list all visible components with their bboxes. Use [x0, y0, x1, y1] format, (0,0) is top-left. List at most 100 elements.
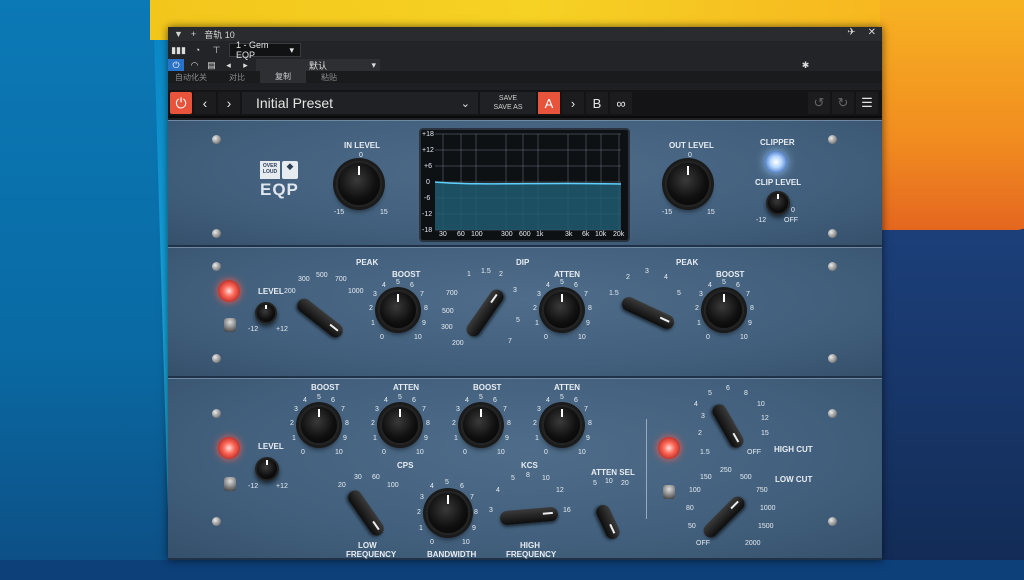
file-icon[interactable]: ▤ — [205, 59, 218, 72]
gear-icon[interactable]: ✱ — [799, 59, 812, 72]
plugin-power-button[interactable]: ⏻ — [170, 92, 192, 114]
peak-frequency-selector[interactable] — [294, 295, 346, 341]
disc-icon[interactable]: ◔ — [191, 44, 204, 57]
filter-toggle[interactable] — [663, 485, 675, 499]
high-atten-knob[interactable] — [542, 405, 582, 445]
ab-copy-arrow-button[interactable]: › — [562, 92, 584, 114]
dip-frequency-selector[interactable] — [463, 286, 507, 340]
tab-copy[interactable]: 复制 — [260, 71, 306, 83]
screw — [828, 135, 837, 144]
mid-panel: PEAK LEVEL -12 +12 200 300 500 700 1000 … — [168, 247, 882, 378]
high-atten-label: ATTEN — [554, 383, 581, 392]
chevron-down-icon: ▾ — [289, 44, 294, 55]
clipper-label: CLIPPER — [760, 138, 795, 147]
tab-compare[interactable]: 对比 — [214, 72, 260, 83]
redo-icon: ↻ — [837, 95, 849, 110]
meter-icon[interactable]: ◠ — [188, 59, 201, 72]
low-boost-label: BOOST — [311, 383, 340, 392]
routing-icon[interactable]: ⊤ — [210, 44, 223, 57]
power-icon[interactable]: ⏻ — [168, 59, 184, 71]
save-as-button[interactable]: SAVE AS — [493, 103, 522, 112]
peak-label: PEAK — [356, 258, 379, 267]
add-icon[interactable]: + — [191, 29, 196, 39]
tab-automation[interactable]: 自动化关 — [168, 72, 214, 83]
dip-atten-knob[interactable] — [542, 290, 582, 330]
clip-level-label: CLIP LEVEL — [755, 178, 802, 187]
screw — [212, 409, 221, 418]
atten-sel-selector[interactable] — [594, 502, 622, 542]
plugin-slot-label: 1 - Gem EQP — [236, 40, 269, 60]
out-level-knob[interactable] — [665, 161, 711, 207]
low-atten-knob[interactable] — [380, 405, 420, 445]
menu-button[interactable]: ☰ — [856, 92, 878, 114]
high-peak-boost-knob[interactable] — [704, 290, 744, 330]
low-boost-knob[interactable] — [299, 405, 339, 445]
screw — [828, 262, 837, 271]
boost-label: BOOST — [392, 270, 421, 279]
low-peak-toggle[interactable] — [224, 318, 236, 332]
chevron-right-icon: › — [226, 95, 232, 111]
bars-icon[interactable]: ▮▮▮ — [171, 44, 186, 57]
hamburger-icon: ☰ — [861, 95, 873, 110]
in-level-knob[interactable] — [336, 161, 382, 207]
atten-sel-label: ATTEN SEL — [591, 468, 635, 477]
atten-label: ATTEN — [554, 270, 581, 279]
ab-a-button[interactable]: A — [538, 92, 560, 114]
undo-button[interactable]: ↺ — [808, 92, 830, 114]
chevron-left-icon: ‹ — [202, 95, 208, 111]
preset-select[interactable]: 默认 ▾ — [256, 59, 380, 71]
diamond-icon: ◆ — [282, 161, 298, 179]
low-section-led-button[interactable] — [218, 437, 240, 459]
link-button[interactable]: ∞ — [610, 92, 632, 114]
high-frequency-label-line1: HIGH — [520, 541, 540, 550]
level-label: LEVEL — [258, 287, 284, 296]
plugin-slot-select[interactable]: 1 - Gem EQP ▾ — [229, 40, 301, 60]
screw — [828, 229, 837, 238]
high-cut-label: HIGH CUT — [774, 445, 813, 454]
overloud-logo: OVER LOUD ◆ EQP — [260, 161, 299, 199]
high-frequency-label-line2: FREQUENCY — [506, 550, 557, 559]
low-frequency-label-line2: FREQUENCY — [346, 550, 397, 559]
filter-led-button[interactable] — [658, 437, 680, 459]
redo-button[interactable]: ↻ — [832, 92, 854, 114]
low-cut-selector[interactable] — [700, 493, 748, 541]
peak-boost-knob[interactable] — [378, 290, 418, 330]
high-cut-selector[interactable] — [709, 401, 747, 451]
tab-paste[interactable]: 粘贴 — [306, 72, 352, 83]
close-icon[interactable]: ✕ — [868, 27, 876, 38]
boost-label: BOOST — [716, 270, 745, 279]
high-frequency-selector[interactable] — [499, 506, 559, 526]
screw — [828, 409, 837, 418]
high-boost-label: BOOST — [473, 383, 502, 392]
next-preset-icon[interactable]: ▸ — [239, 59, 252, 72]
level-knob[interactable] — [255, 302, 277, 324]
screw — [212, 354, 221, 363]
ab-b-button[interactable]: B — [586, 92, 608, 114]
low-level-knob[interactable] — [255, 457, 279, 481]
low-frequency-selector[interactable] — [345, 487, 387, 539]
desktop-wallpaper-bottom — [0, 560, 1024, 580]
next-preset-button[interactable]: › — [218, 92, 240, 114]
low-atten-label: ATTEN — [393, 383, 420, 392]
menu-triangle-icon[interactable]: ▼ — [174, 29, 183, 39]
pin-icon[interactable]: ✈ — [847, 27, 855, 38]
low-peak-led-button[interactable] — [218, 280, 240, 302]
preset-name-select[interactable]: Initial Preset ⌄ — [242, 92, 478, 114]
high-boost-knob[interactable] — [461, 405, 501, 445]
prev-preset-button[interactable]: ‹ — [194, 92, 216, 114]
plugin-slot-row: ▮▮▮ ◔ ⊤ 1 - Gem EQP ▾ — [168, 40, 882, 60]
clip-level-knob[interactable] — [766, 191, 790, 215]
peak-label: PEAK — [676, 258, 699, 267]
save-button[interactable]: SAVE — [499, 94, 517, 103]
clipper-led-button[interactable] — [765, 151, 787, 173]
bottom-panel: LEVEL -12 +12 BOOST 0 1 2 3 4 5 6 7 8 9 … — [168, 378, 882, 560]
out-level-label: OUT LEVEL — [669, 141, 714, 150]
high-peak-frequency-selector[interactable] — [619, 294, 677, 332]
prev-preset-icon[interactable]: ◂ — [222, 59, 235, 72]
screw — [212, 135, 221, 144]
window-title: 音轨 10 — [204, 29, 235, 40]
undo-icon: ↺ — [813, 95, 825, 110]
low-cut-label: LOW CUT — [775, 475, 813, 484]
bandwidth-knob[interactable] — [426, 491, 470, 535]
low-section-toggle[interactable] — [224, 477, 236, 491]
